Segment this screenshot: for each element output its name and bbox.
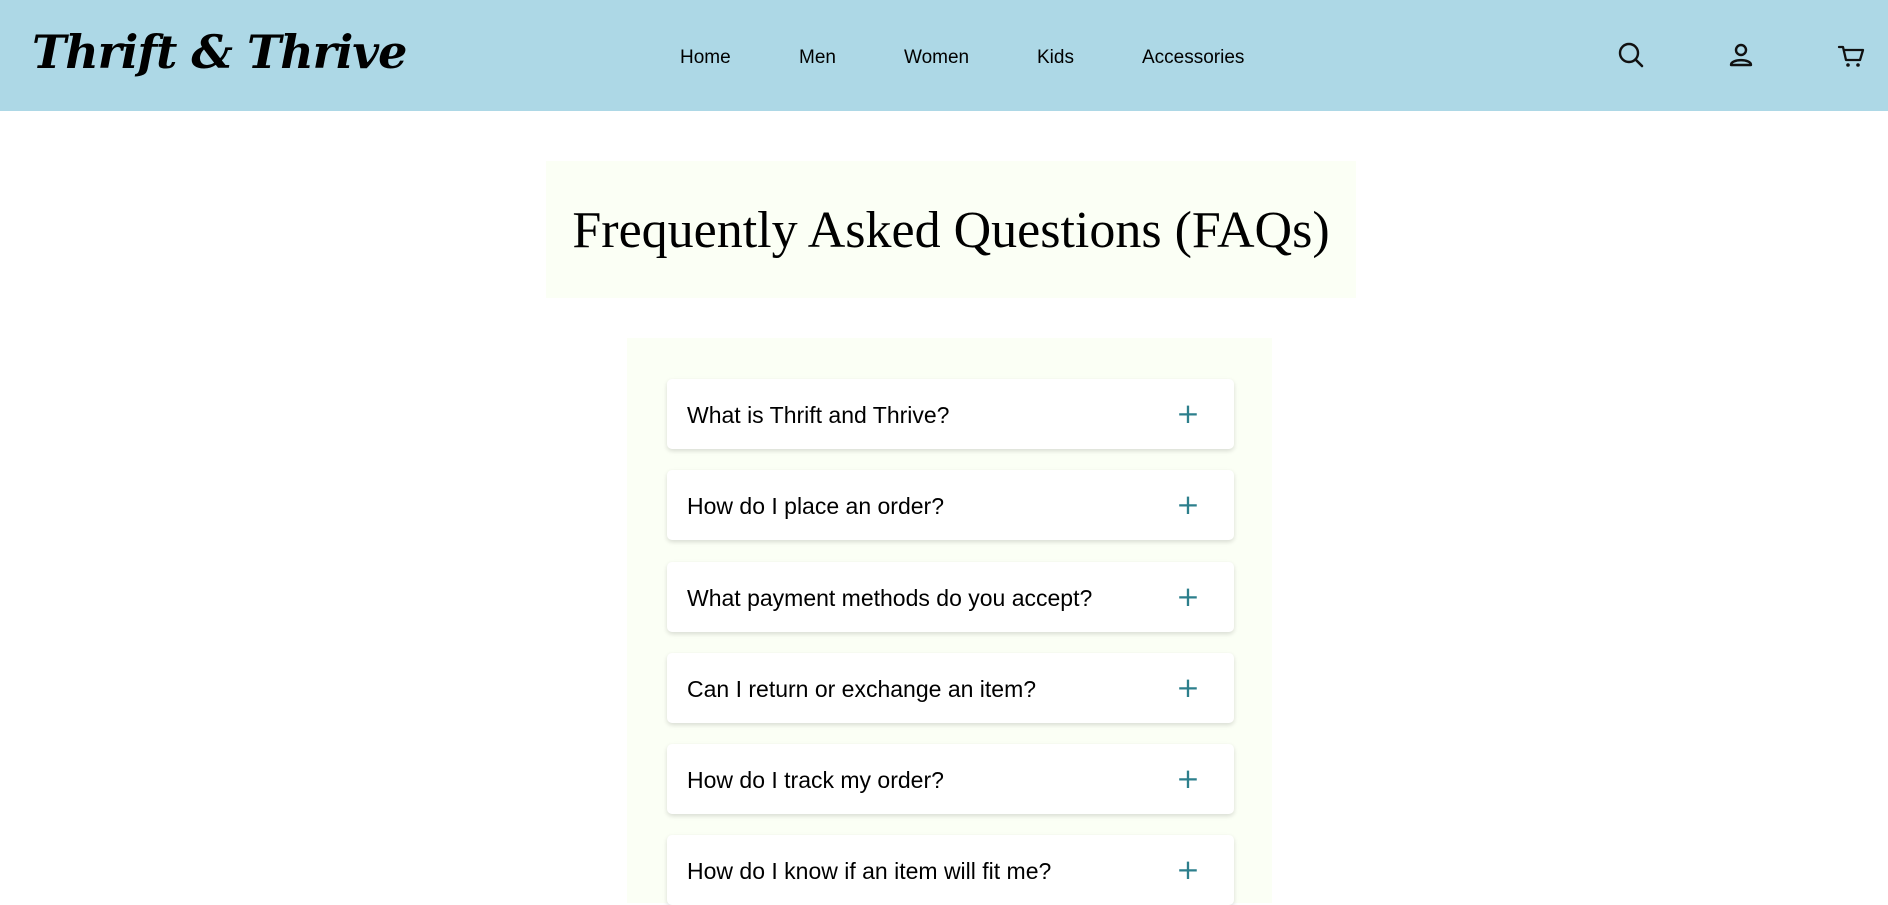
nav-item-accessories[interactable]: Accessories: [1142, 46, 1244, 70]
plus-icon[interactable]: +: [1176, 578, 1200, 616]
user-icon[interactable]: [1726, 40, 1756, 70]
search-icon[interactable]: [1616, 40, 1646, 70]
nav-item-home[interactable]: Home: [680, 46, 731, 70]
faq-item[interactable]: Can I return or exchange an item? +: [667, 653, 1234, 723]
faq-item[interactable]: What payment methods do you accept? +: [667, 562, 1234, 632]
nav-item-kids[interactable]: Kids: [1037, 46, 1074, 70]
nav-item-women[interactable]: Women: [904, 46, 969, 70]
faq-question: How do I know if an item will fit me?: [687, 858, 1052, 884]
plus-icon[interactable]: +: [1176, 486, 1200, 524]
faq-question: How do I place an order?: [687, 493, 944, 519]
faq-item[interactable]: How do I know if an item will fit me? +: [667, 835, 1234, 905]
page-title-box: Frequently Asked Questions (FAQs): [546, 161, 1356, 298]
faq-panel: What is Thrift and Thrive? + How do I pl…: [627, 338, 1272, 905]
faq-question: What payment methods do you accept?: [687, 585, 1093, 611]
faq-question: How do I track my order?: [687, 767, 944, 793]
cart-icon[interactable]: [1836, 40, 1866, 70]
faq-item[interactable]: How do I track my order? +: [667, 744, 1234, 814]
faq-question: What is Thrift and Thrive?: [687, 402, 950, 428]
plus-icon[interactable]: +: [1176, 395, 1200, 433]
plus-icon[interactable]: +: [1176, 851, 1200, 889]
nav-item-men[interactable]: Men: [799, 46, 836, 70]
plus-icon[interactable]: +: [1176, 669, 1200, 707]
site-logo[interactable]: Thrift & Thrive: [32, 22, 407, 82]
plus-icon[interactable]: +: [1176, 760, 1200, 798]
faq-item[interactable]: What is Thrift and Thrive? +: [667, 379, 1234, 449]
faq-question: Can I return or exchange an item?: [687, 676, 1037, 702]
faq-item[interactable]: How do I place an order? +: [667, 470, 1234, 540]
page-title: Frequently Asked Questions (FAQs): [572, 202, 1330, 259]
site-header: Thrift & Thrive Home Men Women Kids Acce…: [0, 0, 1888, 111]
